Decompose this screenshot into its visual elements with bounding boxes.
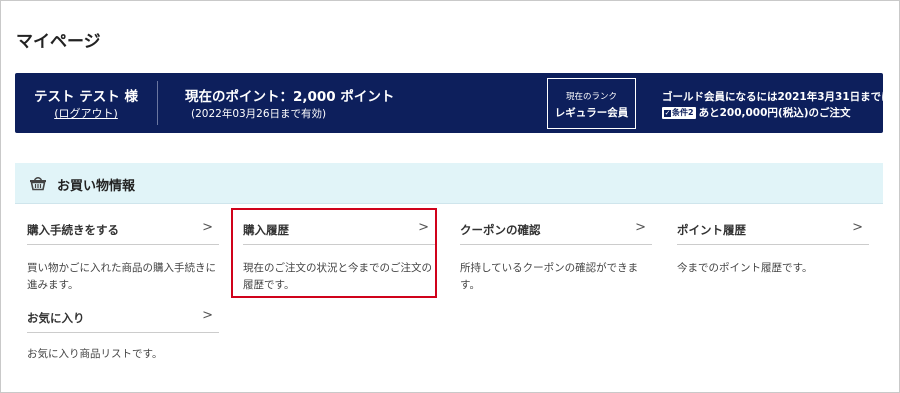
rank-box: 現在のランク レギュラー会員 (547, 78, 636, 129)
checkbox-icon: ✓ (664, 109, 671, 117)
banner-divider (157, 81, 158, 125)
basket-icon (30, 177, 46, 191)
member-banner: テスト テスト 様 (ログアウト) 現在のポイント：2,000 ポイント (20… (15, 73, 892, 133)
menu-link-coupon[interactable]: クーポンの確認 > (460, 214, 652, 245)
points-expiry: (2022年03月26日まで有効) (191, 108, 327, 120)
page-frame: マイページ テスト テスト 様 (ログアウト) 現在のポイント：2,000 ポイ… (0, 0, 900, 393)
shopping-info-header: お買い物情報 (15, 163, 883, 204)
rank-value: レギュラー会員 (554, 107, 629, 119)
menu-link-point-history[interactable]: ポイント履歴 > (677, 214, 869, 245)
section-title: お買い物情報 (57, 179, 136, 194)
menu-link-favorites[interactable]: お気に入り > (27, 302, 219, 333)
chevron-right-icon: > (635, 220, 646, 235)
menu-title-favorites: お気に入り (27, 311, 85, 325)
member-name: テスト テスト 様 (34, 89, 138, 105)
chevron-right-icon: > (202, 308, 213, 323)
menu-desc-line: 今までのポイント履歴です。 (677, 262, 813, 274)
highlight-box (231, 208, 437, 298)
logout-link[interactable]: (ログアウト) (54, 107, 118, 120)
menu-desc-line: 進みます。 (27, 279, 79, 291)
menu-title-point-history: ポイント履歴 (677, 223, 746, 237)
menu-desc-favorites: お気に入り商品リストです。 (27, 346, 162, 363)
upgrade-amount: あと200,000円(税込)のご注文 (698, 107, 851, 119)
logout-wrapper: (ログアウト) (15, 105, 157, 121)
menu-desc-checkout: 買い物かごに入れた商品の購入手続きに 進みます。 (27, 260, 216, 294)
menu-title-coupon: クーポンの確認 (460, 223, 541, 237)
upgrade-condition-line1: ゴールド会員になるには2021年3月31日までに (662, 91, 892, 103)
condition-tag: ✓ 条件2 (662, 107, 696, 119)
chevron-right-icon: > (852, 220, 863, 235)
points-balance: 現在のポイント：2,000 ポイント (185, 89, 395, 105)
menu-desc-line: 所持しているクーポンの確認ができま (460, 262, 639, 274)
menu-link-checkout[interactable]: 購入手続きをする > (27, 214, 219, 245)
menu-title-checkout: 購入手続きをする (27, 223, 119, 237)
menu-desc-point-history: 今までのポイント履歴です。 (677, 260, 812, 277)
rank-label: 現在のランク (565, 92, 617, 102)
menu-desc-coupon: 所持しているクーポンの確認ができま す。 (460, 260, 638, 294)
page-title: マイページ (16, 32, 101, 52)
upgrade-condition-line2: ✓ 条件2 あと200,000円(税込)のご注文 (662, 105, 851, 120)
member-info: テスト テスト 様 (ログアウト) (15, 73, 157, 133)
menu-desc-line: す。 (460, 279, 480, 291)
condition-tag-label: 条件2 (672, 108, 694, 117)
menu-desc-line: 買い物かごに入れた商品の購入手続きに (27, 262, 216, 274)
chevron-right-icon: > (202, 220, 213, 235)
menu-desc-line: お気に入り商品リストです。 (27, 348, 163, 360)
